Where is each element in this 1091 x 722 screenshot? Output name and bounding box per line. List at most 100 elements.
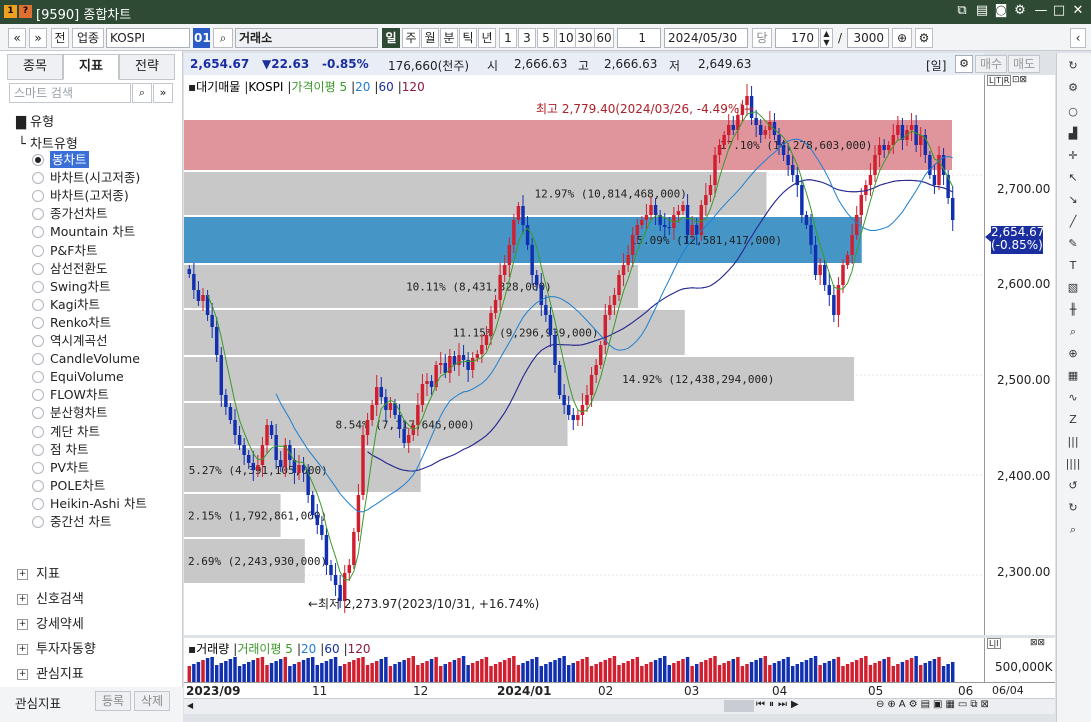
chart-type-radio[interactable] <box>32 516 44 528</box>
chart-type-item[interactable]: 역시계곡선 <box>50 332 108 349</box>
settings-icon[interactable]: ⚙ <box>1064 79 1082 97</box>
minimize-icon[interactable]: — <box>1033 2 1049 20</box>
chart-type-radio[interactable] <box>32 425 44 438</box>
gear-icon[interactable]: ⚙ <box>1012 2 1028 20</box>
chart-type-item[interactable]: 계단 차트 <box>50 423 100 440</box>
legend-item[interactable]: 120 <box>402 80 425 94</box>
chart-type-radio[interactable] <box>32 298 44 311</box>
expand-icon[interactable]: + <box>17 644 28 655</box>
arrow-icon[interactable]: ↘ <box>1064 191 1082 209</box>
scroll-left-icon[interactable]: ◀ <box>187 701 193 710</box>
chart-type-item[interactable]: EquiVolume <box>50 368 124 385</box>
sector-button[interactable]: 업종 <box>72 28 104 48</box>
indicator-group[interactable]: + 관심지표 <box>17 663 84 682</box>
redo-icon[interactable]: ↻ <box>1064 499 1082 517</box>
text-icon[interactable]: T <box>1064 257 1082 275</box>
chart-type-radio[interactable] <box>32 190 44 203</box>
minute-3[interactable]: 3 <box>518 28 536 48</box>
prev-button[interactable]: 전 <box>51 28 69 48</box>
pane-close-icons[interactable]: ⊠⊠ <box>1030 638 1045 648</box>
price-chart[interactable]: 17.10% (14,278,603,000) 12.97% (10,814,46… <box>184 75 984 635</box>
chart-settings-icon[interactable]: ⚙ <box>955 55 973 73</box>
legend-item[interactable]: KOSPI <box>248 80 283 94</box>
chart-type-item[interactable]: 봉차트 <box>50 151 89 168</box>
minute-30[interactable]: 30 <box>575 28 595 48</box>
period-day[interactable]: 일 <box>382 28 400 48</box>
chart-type-item[interactable]: 종가선차트 <box>50 205 108 222</box>
legend-item[interactable]: 120 <box>348 642 371 656</box>
chart-type-radio[interactable] <box>32 208 44 221</box>
chart-type-item[interactable]: 분산형차트 <box>50 404 108 421</box>
axis-mode-icon[interactable]: L|T|R <box>987 75 1012 86</box>
legend-item[interactable]: 거래이평 5 <box>237 642 293 656</box>
chart-type-radio[interactable] <box>32 407 44 420</box>
volume-chart[interactable]: ▪거래량 |거래이평 5 |20 |60 |120 <box>184 638 984 682</box>
expand-icon[interactable]: ‹ <box>1070 28 1086 48</box>
chart-type-radio[interactable] <box>32 443 44 456</box>
magnify-icon[interactable]: ⊕ <box>1064 345 1082 363</box>
chart-type-radio[interactable] <box>32 461 44 474</box>
interval-input[interactable]: 1 <box>617 28 661 48</box>
chart-type-item[interactable]: P&F차트 <box>50 242 97 259</box>
pointer-icon[interactable]: ↖ <box>1064 169 1082 187</box>
axis-mode-icon[interactable]: L|I <box>987 638 1001 649</box>
count-stepper-icon[interactable]: ▲ ▼ <box>820 28 833 48</box>
chart-type-item[interactable]: Kagi차트 <box>50 296 100 313</box>
chart-type-item[interactable]: 삼선전환도 <box>50 260 108 277</box>
bars-icon[interactable]: ||| <box>1064 433 1082 451</box>
chart-type-item[interactable]: CandleVolume <box>50 350 140 367</box>
collapse-icon[interactable]: » <box>153 83 173 103</box>
minute-5[interactable]: 5 <box>537 28 555 48</box>
grid-icon[interactable]: ▦ <box>1064 367 1082 385</box>
minute-1[interactable]: 1 <box>499 28 517 48</box>
chart-type-item[interactable]: 바차트(시고저종) <box>50 169 140 186</box>
tab-stock[interactable]: 종목 <box>7 54 63 80</box>
chart-icon[interactable]: ▟ <box>1064 125 1082 143</box>
paint-icon[interactable]: ▧ <box>1064 279 1082 297</box>
chart-type-radio[interactable] <box>32 244 44 257</box>
symbol-input[interactable]: KOSPI <box>106 28 190 48</box>
chart-type-radio[interactable] <box>32 154 44 166</box>
count-input[interactable]: 170 <box>775 28 819 48</box>
legend-item[interactable]: 20 <box>301 642 316 656</box>
undo-icon[interactable]: ↺ <box>1064 477 1082 495</box>
refresh-icon[interactable]: ↻ <box>1064 57 1082 75</box>
nav-down-button[interactable]: » <box>29 28 47 48</box>
code-badge[interactable]: 01 <box>193 28 211 48</box>
legend-item[interactable]: 20 <box>355 80 370 94</box>
chart-type-radio[interactable] <box>32 353 44 366</box>
pane-close-icons[interactable]: ⊡⊠ <box>1012 75 1027 85</box>
zoom-icon[interactable]: ⌕ <box>1064 323 1082 341</box>
tab-indicator[interactable]: 지표 <box>63 54 119 80</box>
camera-icon[interactable]: ◙ <box>993 2 1009 20</box>
indicator-group[interactable]: + 투자자동향 <box>17 638 96 657</box>
zoom-control-icons[interactable]: ⊖⊕A⚙▤▣▦▭⧉⊠ <box>876 699 992 710</box>
tab-strategy[interactable]: 전략 <box>119 54 175 80</box>
period-year[interactable]: 년 <box>478 28 496 48</box>
pen-icon[interactable]: ✎ <box>1064 235 1082 253</box>
expand-icon[interactable]: + <box>17 619 28 630</box>
chart-type-item[interactable]: 점 차트 <box>50 441 88 458</box>
wave-icon[interactable]: ∿ <box>1064 389 1082 407</box>
chart-type-item[interactable]: FLOW차트 <box>50 386 109 403</box>
search-icon[interactable]: ⌕ <box>132 83 152 103</box>
chart-type-item[interactable]: 중간선 차트 <box>50 513 111 530</box>
minute-10[interactable]: 10 <box>556 28 576 48</box>
total-input[interactable]: 3000 <box>847 28 889 48</box>
link-icon[interactable]: ⧉ <box>954 2 970 20</box>
candle-icon[interactable]: ╫ <box>1064 301 1082 319</box>
print-icon[interactable]: ▤ <box>974 2 990 20</box>
chart-type-radio[interactable] <box>32 389 44 402</box>
chart-type-header[interactable]: └ 차트유형 <box>18 133 78 152</box>
smart-search-input[interactable]: 스마트 검색 <box>9 83 131 103</box>
sell-button[interactable]: 매도 <box>1008 55 1040 73</box>
chart-scrollbar[interactable]: ◀ ⏮⏸⏭▶ ⊖⊕A⚙▤▣▦▭⧉⊠ <box>184 698 1055 714</box>
indicator-group[interactable]: + 신호검색 <box>17 588 84 607</box>
crosshair-icon[interactable]: ✛ <box>1064 147 1082 165</box>
buy-button[interactable]: 매수 <box>975 55 1007 73</box>
chart-type-item[interactable]: Renko차트 <box>50 314 111 331</box>
period-minute[interactable]: 분 <box>440 28 458 48</box>
price-chart-svg[interactable]: 17.10% (14,278,603,000) 12.97% (10,814,46… <box>184 75 984 635</box>
indicator-group[interactable]: + 강세약세 <box>17 613 84 632</box>
chart-type-radio[interactable] <box>32 335 44 347</box>
